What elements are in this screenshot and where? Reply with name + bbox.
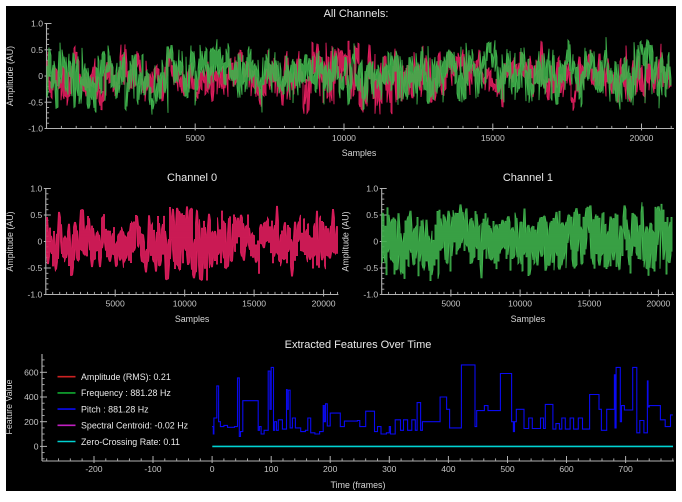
svg-text:0: 0 [34,442,39,452]
svg-text:15000: 15000 [481,133,505,143]
svg-text:Amplitude (RMS): 0.21: Amplitude (RMS): 0.21 [81,372,171,382]
svg-text:10000: 10000 [173,299,197,309]
svg-text:200: 200 [323,464,338,474]
svg-text:10000: 10000 [508,299,532,309]
svg-text:1.0: 1.0 [366,184,378,194]
svg-text:All Channels:: All Channels: [324,8,389,20]
svg-text:-100: -100 [144,464,161,474]
svg-text:0.5: 0.5 [31,45,43,55]
svg-text:5000: 5000 [186,133,205,143]
svg-text:15000: 15000 [242,299,266,309]
svg-text:Samples: Samples [511,314,546,324]
svg-text:400: 400 [441,464,456,474]
svg-text:500: 500 [500,464,515,474]
svg-text:Zero-Crossing Rate: 0.11: Zero-Crossing Rate: 0.11 [81,437,180,447]
svg-text:-0.5: -0.5 [27,263,42,273]
svg-text:200: 200 [24,417,39,427]
svg-text:Samples: Samples [342,148,377,158]
svg-text:400: 400 [24,392,39,402]
svg-text:Amplitude (AU): Amplitude (AU) [5,46,15,106]
svg-text:1.0: 1.0 [31,19,43,29]
svg-text:-200: -200 [85,464,102,474]
svg-text:20000: 20000 [630,133,654,143]
svg-text:0.5: 0.5 [366,210,378,220]
svg-text:5000: 5000 [441,299,460,309]
svg-text:Extracted Features Over Time: Extracted Features Over Time [285,339,432,351]
svg-text:Spectral Centroid: -0.02 Hz: Spectral Centroid: -0.02 Hz [81,421,188,431]
svg-text:10000: 10000 [332,133,356,143]
svg-text:-1.0: -1.0 [27,290,42,300]
svg-text:1.0: 1.0 [30,184,42,194]
svg-text:20000: 20000 [646,299,670,309]
svg-text:300: 300 [382,464,397,474]
svg-text:-0.5: -0.5 [363,263,378,273]
svg-text:0: 0 [38,237,43,247]
svg-text:Amplitude (AU): Amplitude (AU) [341,211,351,271]
svg-text:Amplitude (AU): Amplitude (AU) [5,211,15,271]
svg-text:100: 100 [264,464,279,474]
svg-text:0: 0 [38,71,43,81]
svg-text:5000: 5000 [106,299,125,309]
svg-text:-0.5: -0.5 [28,97,43,107]
svg-text:600: 600 [24,367,39,377]
svg-text:Samples: Samples [175,314,210,324]
svg-text:600: 600 [559,464,574,474]
svg-text:Time (frames): Time (frames) [331,480,386,490]
svg-text:20000: 20000 [312,299,336,309]
svg-text:Feature Value: Feature Value [4,379,14,434]
svg-text:0.5: 0.5 [30,210,42,220]
svg-text:Channel 1: Channel 1 [503,172,553,184]
svg-text:Channel 0: Channel 0 [167,172,217,184]
svg-text:0: 0 [373,237,378,247]
svg-text:700: 700 [618,464,633,474]
svg-text:-1.0: -1.0 [363,290,378,300]
svg-text:Pitch : 881.28 Hz: Pitch : 881.28 Hz [81,404,149,414]
svg-text:-1.0: -1.0 [28,124,43,134]
svg-text:15000: 15000 [577,299,601,309]
svg-text:0: 0 [210,464,215,474]
svg-text:Frequency : 881.28 Hz: Frequency : 881.28 Hz [81,388,171,398]
